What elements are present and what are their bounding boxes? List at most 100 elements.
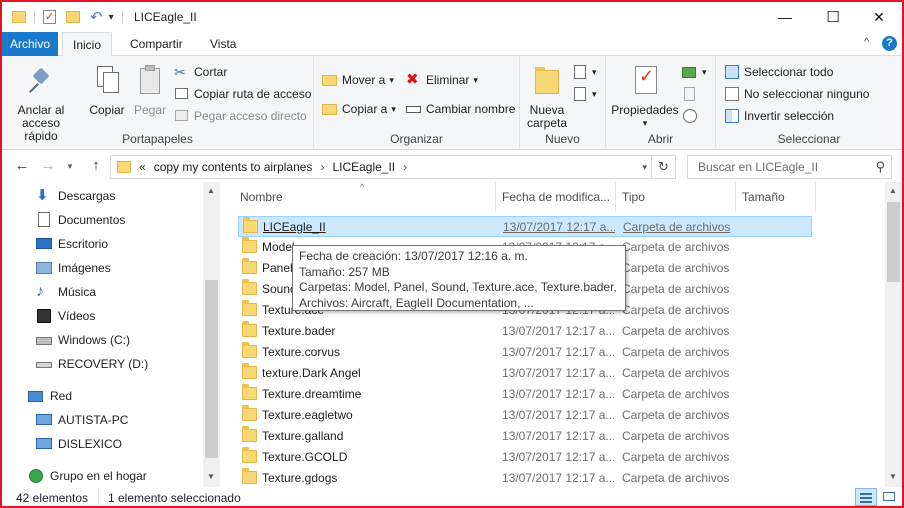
nav-item-imagenes[interactable]: Imágenes	[36, 256, 111, 280]
nav-item-videos[interactable]: Vídeos	[36, 304, 95, 328]
breadcrumb-separator[interactable]: ›	[403, 160, 407, 174]
table-row[interactable]: texture.Dark Angel 13/07/2017 12:17 a... C…	[238, 363, 812, 384]
scroll-up-icon[interactable]: ▲	[889, 186, 897, 195]
paste-button[interactable]: Pegar	[130, 64, 170, 117]
column-header-nombre[interactable]: Nombre	[234, 182, 496, 212]
close-button[interactable]: ✕	[856, 2, 902, 32]
file-list-scrollbar[interactable]: ▲ ▼	[885, 182, 902, 487]
select-all-button[interactable]: Seleccionar todo	[724, 62, 833, 82]
file-type: Carpeta de archivos	[622, 387, 730, 401]
nav-item-dislexico[interactable]: DISLEXICO	[36, 432, 122, 456]
new-item-button[interactable]: ▾	[572, 62, 597, 82]
large-icons-view-icon[interactable]	[880, 488, 898, 506]
tab-archivo[interactable]: Archivo	[2, 32, 58, 56]
file-name[interactable]: Texture.GCOLD	[262, 447, 492, 468]
column-header-tamano[interactable]: Tamaño	[736, 182, 816, 212]
nav-item-red[interactable]: Red	[28, 384, 72, 408]
delete-chevron-icon: ▾	[473, 74, 478, 85]
file-date: 13/07/2017 12:17 a...	[502, 429, 614, 443]
file-name[interactable]: Texture.bader	[262, 321, 492, 342]
table-row[interactable]: Texture.corvus 13/07/2017 12:17 a... Carpe…	[238, 342, 812, 363]
customize-chevron-icon[interactable]: ▾	[109, 12, 114, 23]
file-list-scroll-thumb[interactable]	[887, 202, 900, 282]
breadcrumb-item-liceagle[interactable]: LICEagle_II	[332, 160, 395, 174]
tab-inicio[interactable]: Inicio	[62, 32, 113, 57]
recent-locations-chevron-icon[interactable]: ▾	[60, 156, 80, 176]
select-none-button[interactable]: No seleccionar ninguno	[724, 84, 869, 104]
table-row[interactable]: Texture.gdogs 13/07/2017 12:17 a... Carpet…	[238, 468, 812, 489]
invert-selection-button[interactable]: Invertir selección	[724, 106, 834, 126]
copy-to-button[interactable]: Copiar a ▾	[322, 99, 396, 119]
delete-button[interactable]: ✖ Eliminar ▾	[406, 70, 478, 90]
ribbon: Anclar al acceso rápido Copiar Pegar ✂ C…	[2, 56, 902, 150]
tab-vista[interactable]: Vista	[200, 32, 246, 56]
breadcrumb-separator[interactable]: ›	[320, 160, 324, 174]
scroll-up-icon[interactable]: ▲	[207, 186, 215, 195]
file-type: Carpeta de archivos	[622, 345, 730, 359]
group-nuevo: Nueva carpeta ▾ ▾ Nuevo	[520, 56, 606, 150]
refresh-icon[interactable]: ↻	[651, 156, 675, 178]
table-row[interactable]: Texture.galland 13/07/2017 12:17 a... Carp…	[238, 426, 812, 447]
table-row[interactable]: Texture.GCOLD 13/07/2017 12:17 a... Carpet…	[238, 447, 812, 468]
cut-button[interactable]: ✂ Cortar	[174, 62, 227, 82]
nav-item-escritorio[interactable]: Escritorio	[36, 232, 108, 256]
properties-button[interactable]: ✓ Propiedades ▾	[610, 64, 680, 130]
column-header-tipo[interactable]: Tipo	[616, 182, 736, 212]
file-name[interactable]: LICEagle_II	[263, 217, 493, 238]
minimize-button[interactable]: —	[762, 2, 808, 32]
nav-item-musica[interactable]: ♪ Música	[36, 280, 96, 304]
nav-item-recovery-d[interactable]: RECOVERY (D:)	[36, 352, 148, 376]
details-view-icon[interactable]	[855, 488, 877, 506]
file-name[interactable]: Texture.eagletwo	[262, 405, 492, 426]
table-row[interactable]: Texture.eagletwo 13/07/2017 12:17 a... Car…	[238, 405, 812, 426]
ribbon-tabs: Archivo Inicio Compartir Vista ^ ?	[2, 32, 902, 57]
nav-pane-scroll-thumb[interactable]	[205, 280, 218, 458]
tab-compartir[interactable]: Compartir	[120, 32, 193, 56]
file-name[interactable]: Texture.corvus	[262, 342, 492, 363]
file-name[interactable]: Texture.galland	[262, 426, 492, 447]
paste-shortcut-button[interactable]: Pegar acceso directo	[174, 106, 307, 126]
back-arrow-icon[interactable]: ←	[12, 156, 32, 176]
search-box[interactable]: Buscar en LICEagle_II ⚲	[687, 155, 892, 179]
nav-item-grupo-hogar[interactable]: Grupo en el hogar	[28, 464, 147, 488]
maximize-button[interactable]: ☐	[810, 2, 856, 32]
address-dropdown-chevron-icon[interactable]: ▾	[642, 162, 647, 173]
select-all-icon	[724, 64, 740, 80]
nav-item-windows-c[interactable]: Windows (C:)	[36, 328, 130, 352]
file-name[interactable]: texture.Dark Angel	[262, 363, 492, 384]
new-folder-button[interactable]: Nueva carpeta	[524, 64, 570, 130]
help-icon[interactable]: ?	[882, 36, 897, 51]
table-row[interactable]: LICEagle_II 13/07/2017 12:17 a... Carpeta …	[238, 216, 812, 237]
breadcrumb-item-copy-my-contents[interactable]: copy my contents to airplanes	[154, 160, 313, 174]
breadcrumb-overflow[interactable]: «	[139, 160, 146, 174]
collapse-ribbon-icon[interactable]: ^	[864, 36, 869, 48]
undo-icon[interactable]: ↶	[90, 8, 103, 26]
address-bar[interactable]: « copy my contents to airplanes › LICEag…	[110, 155, 676, 179]
edit-button[interactable]	[682, 84, 702, 104]
properties-check-icon[interactable]: ✓	[43, 10, 56, 24]
new-folder-icon[interactable]	[66, 11, 80, 23]
up-arrow-icon[interactable]: ↑	[86, 156, 106, 176]
forward-arrow-icon[interactable]: →	[38, 156, 58, 176]
nav-item-autista-pc[interactable]: AUTISTA-PC	[36, 408, 128, 432]
nav-pane-scrollbar[interactable]: ▲ ▼	[203, 182, 220, 487]
nav-item-descargas[interactable]: ⬇ Descargas	[36, 184, 115, 208]
file-type: Carpeta de archivos	[622, 324, 730, 338]
copy-path-button[interactable]: Copiar ruta de acceso	[174, 84, 311, 104]
scroll-down-icon[interactable]: ▼	[207, 472, 215, 481]
column-header-fecha[interactable]: Fecha de modifica...	[496, 182, 616, 212]
nav-item-documentos[interactable]: Documentos	[36, 208, 125, 232]
file-name[interactable]: Texture.dreamtime	[262, 384, 492, 405]
table-row[interactable]: Texture.dreamtime 13/07/2017 12:17 a... Ca…	[238, 384, 812, 405]
history-button[interactable]	[682, 106, 702, 126]
copy-button[interactable]: Copiar	[86, 64, 128, 117]
search-input[interactable]: Buscar en LICEagle_II	[698, 160, 818, 174]
open-button[interactable]: ▾	[682, 62, 707, 82]
move-to-button[interactable]: Mover a ▾	[322, 70, 394, 90]
drive-c-icon	[36, 332, 52, 348]
easy-access-button[interactable]: ▾	[572, 84, 597, 104]
scroll-down-icon[interactable]: ▼	[889, 472, 897, 481]
rename-button[interactable]: Cambiar nombre	[406, 99, 515, 119]
table-row[interactable]: Texture.bader 13/07/2017 12:17 a... Carpet…	[238, 321, 812, 342]
file-name[interactable]: Texture.gdogs	[262, 468, 492, 489]
